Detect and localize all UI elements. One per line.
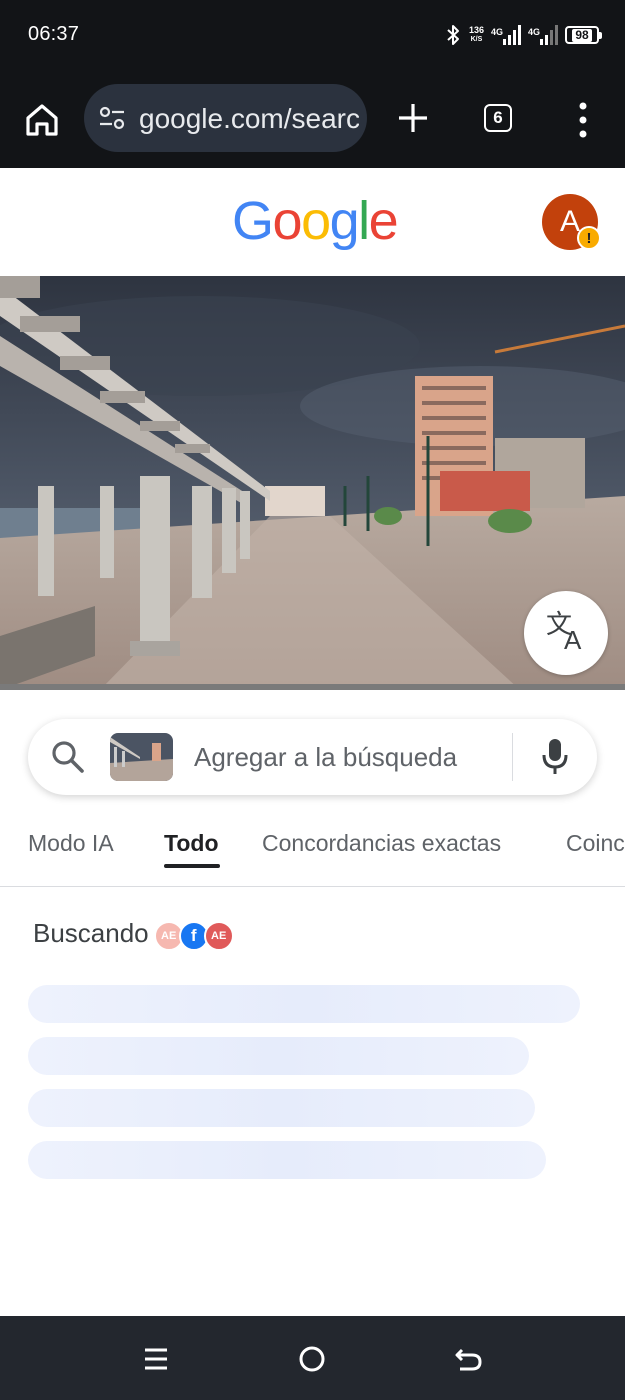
loading-placeholder [28, 985, 580, 1023]
source-icon: AE [203, 920, 234, 951]
status-indicators: 136 K/S 4G 4G 98 [444, 21, 602, 49]
sim1-signal: 4G [491, 25, 521, 45]
query-image-thumbnail[interactable] [110, 733, 173, 781]
signal-icon [540, 25, 558, 45]
searching-label: Buscando [33, 918, 149, 948]
network-speed: 136 K/S [469, 26, 484, 44]
logo-letter: l [358, 191, 370, 251]
mic-icon[interactable] [540, 737, 570, 777]
status-bar: 06:37 136 K/S 4G 4G 98 [0, 0, 625, 70]
svg-text:A: A [564, 625, 582, 655]
more-vert-icon[interactable] [570, 100, 596, 140]
search-icon [52, 741, 84, 773]
google-logo[interactable]: Google [232, 190, 399, 252]
plus-icon[interactable] [396, 101, 430, 135]
tab-exact-matches[interactable]: Concordancias exactas [262, 830, 501, 857]
sim2-signal: 4G [528, 25, 558, 45]
searching-status: Buscando AE f AE [33, 918, 240, 951]
translate-button[interactable]: 文 A [524, 591, 608, 675]
tab-visual-matches[interactable]: Coincidencias visuales [566, 830, 625, 857]
status-time: 06:37 [28, 23, 80, 45]
search-placeholder[interactable]: Agregar a la búsqueda [194, 742, 457, 773]
tab-all[interactable]: Todo [164, 830, 219, 857]
sim2-label: 4G [527, 27, 540, 37]
logo-letter: o [272, 191, 303, 251]
logo-letter: g [329, 191, 360, 251]
logo-letter: G [232, 191, 274, 251]
tab-switcher-button[interactable]: 6 [484, 104, 512, 132]
loading-placeholder [28, 1089, 535, 1127]
logo-letter: e [368, 191, 399, 251]
home-circle-icon[interactable] [295, 1342, 329, 1376]
result-tabs: Modo IA Todo Concordancias exactas Coinc… [0, 820, 625, 887]
sim1-label: 4G [490, 27, 503, 37]
signal-icon [502, 25, 521, 45]
system-nav-bar [0, 1316, 625, 1400]
back-icon[interactable] [452, 1342, 486, 1376]
google-header: Google A [0, 168, 625, 276]
lens-search-bar[interactable]: Agregar a la búsqueda [28, 719, 597, 795]
loading-placeholder [28, 1141, 546, 1179]
translate-icon: 文 A [546, 609, 582, 655]
url-text[interactable]: google.com/search [139, 104, 359, 134]
network-speed-unit: K/S [470, 36, 483, 43]
bluetooth-icon [447, 25, 459, 45]
home-icon[interactable] [22, 100, 62, 140]
tune-icon[interactable] [98, 104, 126, 132]
active-tab-indicator [164, 864, 220, 868]
recents-icon[interactable] [139, 1342, 173, 1376]
browser-toolbar: google.com/search 6 [0, 70, 625, 168]
battery-icon: 98 [565, 26, 602, 44]
source-icons: AE f AE [153, 919, 240, 951]
url-bar[interactable]: google.com/search [84, 84, 367, 152]
logo-letter: o [301, 191, 331, 251]
tab-ai-mode[interactable]: Modo IA [28, 830, 114, 857]
network-speed-value: 136 [468, 25, 484, 35]
alert-icon: ! [577, 226, 601, 250]
divider [512, 733, 513, 781]
loading-placeholder [28, 1037, 529, 1075]
battery-level: 98 [572, 28, 592, 42]
